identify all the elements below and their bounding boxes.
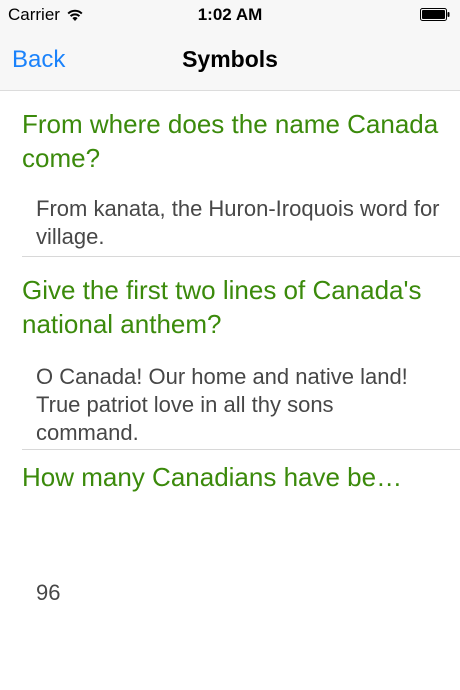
answer-text: From kanata, the Huron-Iroquois word for… bbox=[36, 196, 440, 249]
answer-text: 96 bbox=[36, 580, 61, 605]
question-text: Give the first two lines of Canada's nat… bbox=[22, 275, 422, 339]
answer-text: O Canada! Our home and native land! True… bbox=[36, 364, 408, 445]
navigation-bar: Back Symbols bbox=[0, 30, 460, 91]
question-text: How many Canadians have be… bbox=[22, 462, 403, 492]
status-time: 1:02 AM bbox=[197, 5, 263, 24]
list-item[interactable]: How many Canadians have be… 96 bbox=[0, 450, 460, 690]
list-item[interactable]: Give the first two lines of Canada's nat… bbox=[0, 257, 460, 450]
question-list: From where does the name Canada come? Fr… bbox=[0, 91, 460, 690]
battery-icon bbox=[420, 8, 450, 21]
page-title: Symbols bbox=[182, 46, 278, 72]
list-item[interactable]: From where does the name Canada come? Fr… bbox=[0, 91, 460, 257]
question-text: From where does the name Canada come? bbox=[22, 109, 439, 173]
status-bar: Carrier 1:02 AM bbox=[0, 0, 460, 30]
